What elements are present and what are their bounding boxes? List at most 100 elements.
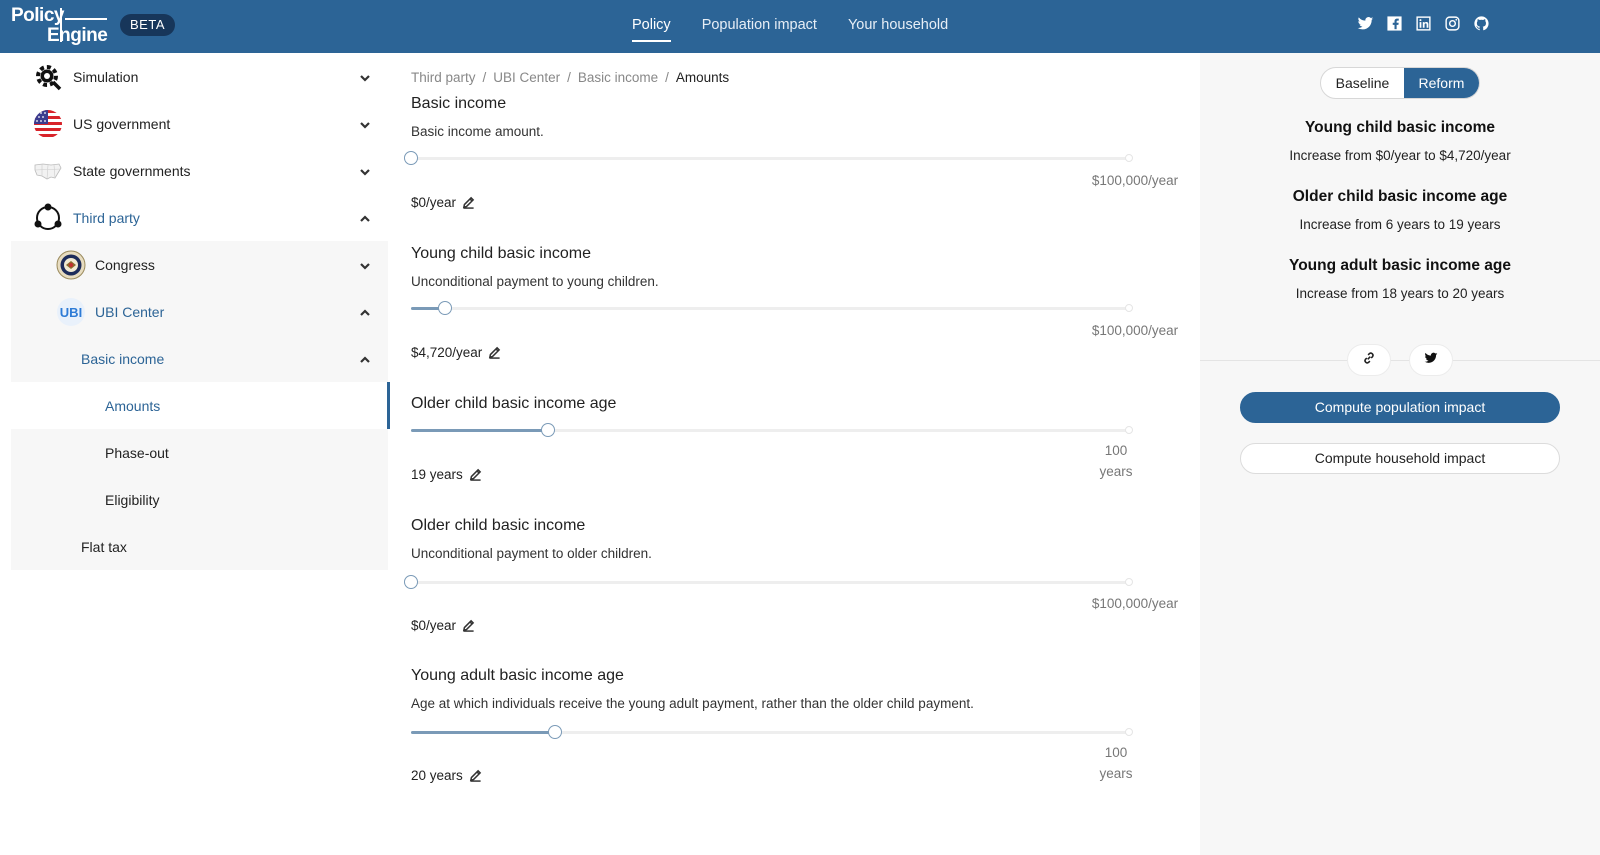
- ubi-logo-text: UBI: [60, 305, 82, 320]
- slider-thumb[interactable]: [404, 151, 418, 165]
- slider-thumb[interactable]: [548, 725, 562, 739]
- breadcrumb-current: Amounts: [675, 70, 730, 85]
- nav-your-household[interactable]: Your household: [848, 0, 948, 53]
- chevron-down-icon: [359, 165, 371, 177]
- parameter-editor: Third party / UBI Center / Basic income …: [388, 53, 1200, 855]
- slider-end-mark: [1125, 426, 1133, 434]
- compute-household-impact-button[interactable]: Compute household impact: [1240, 443, 1560, 474]
- link-icon: [1362, 351, 1376, 370]
- main-nav: Policy Population impact Your household: [632, 0, 979, 53]
- sidebar-item-flat-tax[interactable]: Flat tax: [11, 523, 388, 570]
- twitter-icon[interactable]: [1357, 15, 1374, 32]
- parameter-older-child-basic-income: Older child basic income Unconditional p…: [404, 517, 1181, 633]
- compute-population-impact-button[interactable]: Compute population impact: [1240, 392, 1560, 423]
- sidebar-item-label: Eligibility: [105, 491, 160, 508]
- pencil-icon[interactable]: [469, 468, 483, 482]
- pencil-icon[interactable]: [462, 196, 476, 210]
- parameter-young-adult-basic-income-age: Young adult basic income age Age at whic…: [411, 667, 1181, 783]
- slider-rail: [411, 307, 1131, 310]
- parameter-title: Older child basic income: [411, 517, 586, 534]
- linkedin-icon[interactable]: [1415, 15, 1432, 32]
- breadcrumb-separator: /: [665, 70, 669, 85]
- slider-end-mark: [1125, 728, 1133, 736]
- slider-fill: [411, 731, 555, 734]
- pencil-icon[interactable]: [462, 619, 476, 633]
- sidebar-item-third-party[interactable]: Third party: [11, 194, 388, 241]
- parameter-description: Unconditional payment to young children.: [411, 274, 659, 289]
- parameter-title: Basic income: [411, 95, 507, 112]
- reform-change-title: Young adult basic income age: [1289, 257, 1511, 274]
- parameter-description: Age at which individuals receive the you…: [411, 696, 974, 711]
- share-twitter-button[interactable]: [1409, 344, 1453, 376]
- sidebar-item-label: Amounts: [105, 397, 161, 414]
- parameter-value: 19 years: [411, 467, 483, 482]
- policyengine-logo[interactable]: Policy Engine: [11, 5, 108, 46]
- pencil-icon[interactable]: [488, 346, 502, 360]
- slider-max-label: 100 years: [1099, 745, 1133, 781]
- parameter-slider[interactable]: [404, 575, 1133, 589]
- logo-text-engine: Engine: [47, 25, 108, 46]
- copy-link-button[interactable]: [1347, 344, 1391, 376]
- slider-max-label: $100,000/year: [1091, 596, 1179, 611]
- ubi-logo-icon: UBI: [56, 297, 86, 327]
- slider-max-label: $100,000/year: [1091, 173, 1179, 188]
- sidebar-item-eligibility[interactable]: Eligibility: [11, 476, 388, 523]
- slider-max-label: $100,000/year: [1091, 323, 1179, 338]
- pencil-icon[interactable]: [469, 769, 483, 783]
- parameter-slider[interactable]: [404, 151, 1133, 165]
- slider-fill: [411, 429, 548, 432]
- breadcrumb: Third party / UBI Center / Basic income …: [411, 70, 729, 85]
- sidebar-subsection-third-party: Congress UBI UBI Center Basic income Amo…: [11, 241, 390, 570]
- sidebar-item-phase-out[interactable]: Phase-out: [11, 429, 388, 476]
- parameter-title: Young adult basic income age: [411, 667, 624, 684]
- chevron-up-icon: [359, 212, 371, 224]
- congress-seal-icon: [56, 250, 86, 280]
- github-icon[interactable]: [1473, 15, 1490, 32]
- breadcrumb-link[interactable]: Basic income: [578, 70, 658, 85]
- chevron-up-icon: [359, 353, 371, 365]
- parameter-value: 20 years: [411, 768, 483, 783]
- parameter-slider[interactable]: [411, 725, 1133, 739]
- slider-thumb[interactable]: [540, 423, 555, 437]
- breadcrumb-link[interactable]: UBI Center: [493, 70, 560, 85]
- sidebar-item-us-government[interactable]: US government: [11, 100, 388, 147]
- logo-text-policy: Policy: [11, 5, 64, 26]
- social-links: [1357, 15, 1490, 32]
- sidebar-item-label: Third party: [73, 209, 140, 226]
- parameter-value-text: 20 years: [411, 768, 463, 783]
- parameter-young-child-basic-income: Young child basic income Unconditional p…: [411, 245, 1181, 360]
- gear-icon: [33, 62, 63, 92]
- sidebar-item-ubi-center[interactable]: UBI UBI Center: [11, 288, 388, 335]
- nav-population-impact[interactable]: Population impact: [702, 0, 817, 53]
- slider-thumb[interactable]: [437, 301, 452, 315]
- toggle-reform[interactable]: Reform: [1403, 68, 1479, 98]
- parameter-description: Basic income amount.: [411, 124, 544, 139]
- chevron-up-icon: [359, 306, 371, 318]
- sidebar-item-simulation[interactable]: Simulation: [11, 53, 388, 100]
- parameter-value-text: 19 years: [411, 467, 463, 482]
- sidebar-item-congress[interactable]: Congress: [11, 241, 388, 288]
- network-icon: [33, 203, 63, 233]
- breadcrumb-link[interactable]: Third party: [411, 70, 476, 85]
- parameter-slider[interactable]: [411, 423, 1133, 437]
- reform-change: Young adult basic income age Increase fr…: [1200, 257, 1600, 301]
- sidebar-item-amounts[interactable]: Amounts: [11, 382, 390, 429]
- us-flag-icon: [33, 109, 63, 139]
- sidebar-item-basic-income[interactable]: Basic income: [11, 335, 388, 382]
- parameter-sidebar: Simulation US government State governmen…: [11, 53, 390, 570]
- toggle-baseline[interactable]: Baseline: [1321, 68, 1404, 98]
- slider-thumb[interactable]: [404, 575, 418, 589]
- sidebar-item-state-governments[interactable]: State governments: [11, 147, 388, 194]
- reform-change-detail: Increase from $0/year to $4,720/year: [1289, 148, 1511, 163]
- facebook-icon[interactable]: [1386, 15, 1403, 32]
- sidebar-item-label: US government: [73, 115, 171, 132]
- sidebar-item-label: Phase-out: [105, 444, 169, 461]
- nav-policy[interactable]: Policy: [632, 0, 671, 53]
- reform-change-title: Older child basic income age: [1292, 188, 1508, 205]
- instagram-icon[interactable]: [1444, 15, 1461, 32]
- slider-end-mark: [1125, 154, 1133, 162]
- reform-change-detail: Increase from 6 years to 19 years: [1299, 217, 1501, 232]
- slider-end-mark: [1125, 304, 1133, 312]
- parameter-slider[interactable]: [411, 301, 1133, 315]
- sidebar-item-label: State governments: [73, 162, 191, 179]
